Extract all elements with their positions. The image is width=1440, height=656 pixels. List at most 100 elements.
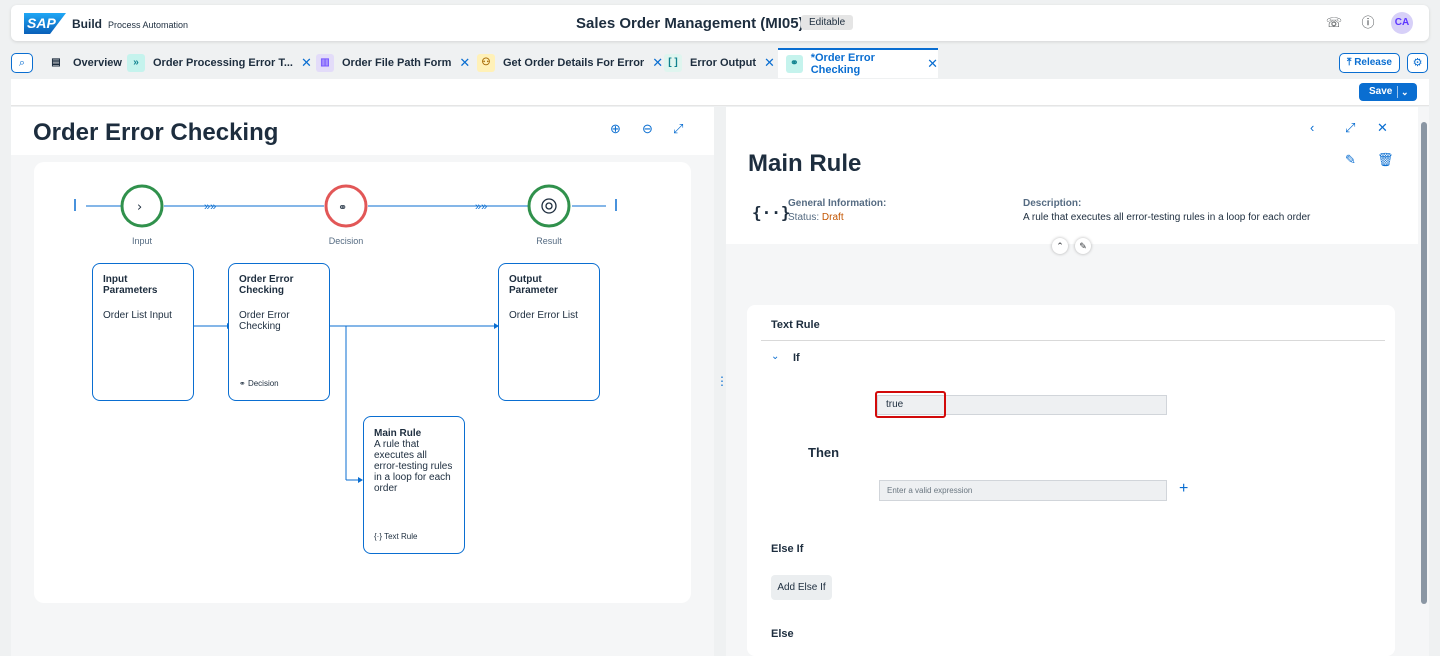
node-type: Decision (247, 379, 279, 388)
diagram-pane: Order Error Checking ⊕ ⊖ ⤢ »» »» › ⚭ Inp… (11, 107, 714, 656)
save-button[interactable]: Save ⌄ (1359, 83, 1417, 101)
node-title: Output Parameter (509, 274, 558, 296)
status-badge: Editable (801, 15, 854, 30)
tab-label: Overview (73, 57, 122, 69)
scrollbar-thumb[interactable] (1421, 122, 1427, 604)
text-rule-heading: Text Rule (771, 319, 820, 331)
chevron-down-icon[interactable]: ⌄ (771, 351, 779, 362)
brand-name: Build (72, 17, 102, 31)
node-title: Main Rule (374, 428, 422, 439)
collapse-header-icon[interactable]: ⌃ (1052, 238, 1068, 254)
rule-header: ‹ ⤢ ✕ Main Rule ✎ 🗑 {··} General Informa… (726, 107, 1418, 244)
zoom-out-icon[interactable]: ⊖ (642, 121, 653, 137)
if-label: If (793, 352, 800, 364)
else-if-label: Else If (771, 543, 804, 555)
step-label-decision: Decision (328, 236, 364, 246)
tab-error-output[interactable]: [ ] Error Output ✕ (664, 48, 775, 78)
diagram-header: Order Error Checking ⊕ ⊖ ⤢ (11, 107, 714, 155)
node-type: Text Rule (384, 532, 418, 541)
input-parameters-node[interactable]: Input Parameters Order List Input (92, 263, 194, 401)
chevron-left-icon[interactable]: ‹ (1310, 120, 1314, 135)
tab-label: Order Processing Error T... (153, 57, 293, 69)
process-icon: » (127, 54, 145, 72)
close-icon[interactable]: ✕ (652, 55, 663, 71)
node-footer: {·} Text Rule (374, 532, 417, 541)
description-label: Description: (1023, 198, 1082, 209)
sap-logo[interactable]: SAP (24, 13, 66, 34)
tab-label: *Order Error Checking (810, 52, 875, 76)
tab-label: Get Order Details For Error (503, 57, 645, 69)
app-title: Sales Order Management (MI05) (576, 15, 804, 32)
fit-screen-icon[interactable]: ⤢ (673, 121, 683, 137)
action-bar: Save ⌄ (11, 79, 1429, 106)
close-icon[interactable]: ✕ (927, 56, 938, 72)
svg-text:»»: »» (204, 201, 216, 213)
avatar[interactable]: CA (1391, 12, 1413, 34)
product-name: Process Automation (108, 20, 189, 30)
expression-input[interactable]: Enter a valid expression (879, 480, 1167, 501)
tab-label: Error Output (690, 57, 756, 69)
automation-icon: ⚇ (477, 54, 495, 72)
datatype-icon: [ ] (664, 54, 682, 72)
zoom-in-icon[interactable]: ⊕ (610, 121, 621, 137)
fullscreen-icon[interactable]: ⤢ (1345, 120, 1355, 136)
delete-icon[interactable]: 🗑 (1377, 152, 1394, 168)
rule-detail-pane: ‹ ⤢ ✕ Main Rule ✎ 🗑 {··} General Informa… (726, 107, 1429, 656)
close-icon[interactable]: ✕ (459, 55, 470, 71)
tab-order-processing[interactable]: » Order Processing Error T... ✕ (127, 48, 312, 78)
feedback-icon[interactable]: ☏ (1325, 14, 1343, 32)
tab-order-file-path-form[interactable]: ▥ Order File Path Form ✕ (316, 48, 470, 78)
node-title: Input Parameters (103, 274, 158, 296)
order-error-checking-node[interactable]: Order Error Checking Order Error Checkin… (228, 263, 330, 401)
step-label-input: Input (131, 236, 153, 246)
scrollbar[interactable] (1420, 112, 1427, 656)
status-label: Status: (788, 212, 820, 223)
decision-canvas: »» »» › ⚭ Input Decision Result Input Pa… (34, 162, 691, 603)
text-rule-card: Text Rule ⌄ If true Then Enter a valid e… (747, 305, 1395, 656)
description-text: A rule that executes all error-testing r… (1023, 212, 1311, 223)
output-parameter-node[interactable]: Output Parameter Order Error List (498, 263, 600, 401)
save-label: Save (1369, 86, 1393, 97)
tab-get-order-details[interactable]: ⚇ Get Order Details For Error ✕ (477, 48, 663, 78)
form-icon: ▥ (316, 54, 334, 72)
decision-icon: ⚭ (239, 379, 248, 388)
svg-text:›: › (137, 200, 142, 215)
tab-label: Order File Path Form (342, 57, 452, 69)
tab-bar: ⌕ ▤ Overview » Order Processing Error T.… (11, 48, 1429, 78)
step-label-result: Result (536, 236, 562, 246)
svg-text:»»: »» (475, 201, 487, 213)
else-label: Else (771, 628, 794, 640)
node-footer: ⚭ Decision (239, 379, 279, 388)
close-icon[interactable]: ✕ (301, 55, 312, 71)
close-icon[interactable]: ✕ (1377, 120, 1388, 136)
status-field: Status: Draft (788, 212, 844, 223)
brand: Build Process Automation (72, 17, 188, 31)
main-rule-node[interactable]: Main Rule A rule that executes all error… (363, 416, 465, 554)
node-body: Order Error List (509, 310, 578, 321)
add-icon[interactable]: + (1179, 480, 1188, 498)
add-else-if-button[interactable]: Add Else If (771, 575, 832, 600)
gear-icon[interactable]: ⚙ (1407, 53, 1428, 73)
page-title: Order Error Checking (33, 119, 279, 146)
then-label: Then (808, 445, 840, 460)
divider (761, 340, 1385, 341)
tab-order-error-checking[interactable]: ⚭ *Order Error Checking ✕ (778, 48, 938, 78)
node-title: Order Error Checking (239, 274, 294, 296)
tab-overview[interactable]: ▤ Overview (47, 48, 122, 78)
text-rule-icon: {··} (752, 203, 791, 222)
text-rule-icon: {·} (374, 532, 385, 541)
tab-search-icon[interactable]: ⌕ (11, 53, 33, 73)
shell-bar: SAP Build Process Automation Sales Order … (11, 5, 1429, 41)
pin-icon[interactable]: ✎ (1075, 238, 1091, 254)
release-label: Release (1354, 57, 1392, 68)
decision-icon: ⚭ (786, 55, 803, 73)
chevron-down-icon[interactable]: ⌄ (1401, 83, 1409, 101)
node-body: Order Error Checking (239, 310, 290, 332)
rule-title: Main Rule (748, 150, 862, 177)
close-icon[interactable]: ✕ (764, 55, 775, 71)
release-button[interactable]: ⤒ Release (1339, 53, 1400, 73)
edit-icon[interactable]: ✎ (1345, 152, 1356, 168)
help-icon[interactable]: ⓘ (1359, 14, 1377, 32)
node-body: A rule that executes all error-testing r… (374, 439, 453, 494)
general-info-label: General Information: (788, 198, 887, 209)
